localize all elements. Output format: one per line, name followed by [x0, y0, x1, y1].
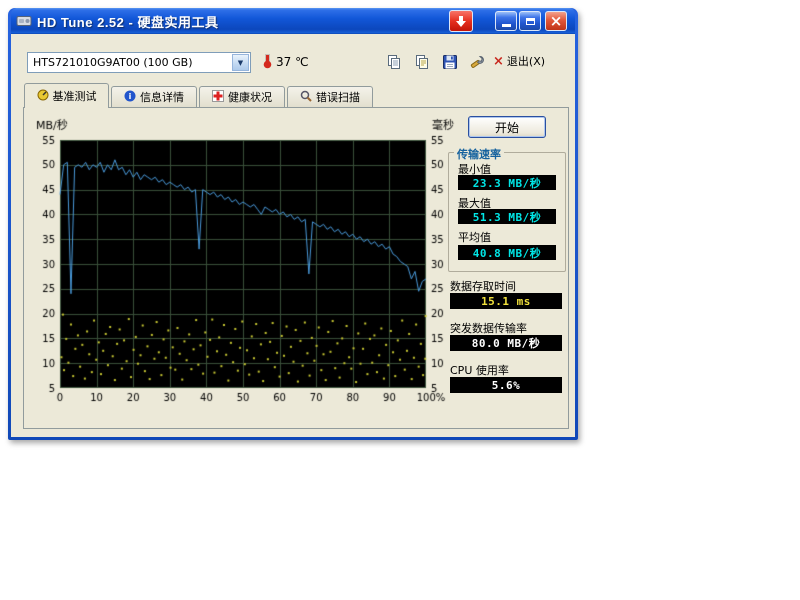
copy-text-button[interactable]	[411, 52, 433, 72]
window-title: HD Tune 2.52 - 硬盘实用工具	[37, 12, 218, 31]
burst-rate-value: 80.0 MB/秒	[450, 335, 562, 351]
temperature-value: 37 ℃	[276, 55, 309, 69]
benchmark-panel: 开始 传输速率 最小值 23.3 MB/秒 最大值 51.3 MB/秒 平均值 …	[23, 107, 569, 429]
close-icon: ×	[550, 14, 563, 29]
close-button[interactable]: ×	[545, 11, 567, 31]
maximize-icon	[526, 18, 535, 25]
minimize-button[interactable]	[495, 11, 517, 31]
options-button[interactable]	[467, 52, 489, 72]
magnifier-icon	[300, 90, 312, 105]
cpu-usage-label: CPU 使用率	[450, 362, 509, 378]
drive-select[interactable]: HTS721010G9AT00 (100 GB) ▼	[27, 52, 251, 73]
minimize-icon	[502, 24, 511, 27]
tab-benchmark[interactable]: 基准测试	[24, 83, 109, 108]
toolbar-buttons	[383, 52, 489, 72]
benchmark-icon	[37, 89, 49, 104]
exit-x-icon: ×	[493, 54, 504, 69]
save-screenshot-button[interactable]	[439, 52, 461, 72]
burst-rate-label: 突发数据传输率	[450, 320, 527, 336]
transfer-rate-group: 传输速率 最小值 23.3 MB/秒 最大值 51.3 MB/秒 平均值 40.…	[448, 152, 566, 272]
start-button[interactable]: 开始	[468, 116, 546, 138]
drive-select-value: HTS721010G9AT00 (100 GB)	[33, 56, 193, 69]
copy-icon	[386, 54, 402, 70]
info-icon: i	[124, 90, 136, 105]
transfer-rate-title: 传输速率	[454, 146, 504, 162]
maximize-button[interactable]	[519, 11, 541, 31]
capture-download-button[interactable]	[449, 10, 473, 32]
tab-error-scan[interactable]: 错误扫描	[287, 86, 373, 107]
tab-label: 健康状况	[228, 89, 272, 105]
access-time-label: 数据存取时间	[450, 278, 516, 294]
max-value: 51.3 MB/秒	[458, 209, 556, 224]
min-value: 23.3 MB/秒	[458, 175, 556, 190]
access-time-value: 15.1 ms	[450, 293, 562, 309]
tab-info[interactable]: i 信息详情	[111, 86, 197, 107]
tab-label: 信息详情	[140, 89, 184, 105]
titlebar[interactable]: HD Tune 2.52 - 硬盘实用工具 ×	[11, 8, 575, 34]
window-body: HTS721010G9AT00 (100 GB) ▼ 37 ℃	[11, 34, 575, 437]
temperature-indicator: 37 ℃	[263, 51, 309, 73]
avg-value: 40.8 MB/秒	[458, 245, 556, 260]
down-arrow-icon	[455, 15, 467, 28]
floppy-disk-icon	[442, 54, 458, 70]
tools-icon	[470, 54, 486, 70]
benchmark-chart	[24, 116, 460, 416]
screen-background: HD Tune 2.52 - 硬盘实用工具 × HTS721010G9AT00 …	[0, 0, 800, 600]
health-cross-icon	[212, 90, 224, 105]
avg-label: 平均值	[458, 229, 491, 245]
copy-text-icon	[414, 54, 430, 70]
chevron-down-icon[interactable]: ▼	[232, 54, 249, 71]
exit-label: 退出(X)	[507, 53, 545, 69]
exit-button[interactable]: × 退出(X)	[493, 53, 545, 69]
tab-label: 基准测试	[53, 88, 97, 104]
hd-tune-window: HD Tune 2.52 - 硬盘实用工具 × HTS721010G9AT00 …	[8, 8, 578, 440]
copy-screenshot-button[interactable]	[383, 52, 405, 72]
tab-health[interactable]: 健康状况	[199, 86, 285, 107]
cpu-usage-value: 5.6%	[450, 377, 562, 393]
app-icon	[16, 13, 32, 29]
thermometer-icon	[263, 52, 272, 73]
tab-label: 错误扫描	[316, 89, 360, 105]
svg-text:i: i	[129, 92, 132, 101]
